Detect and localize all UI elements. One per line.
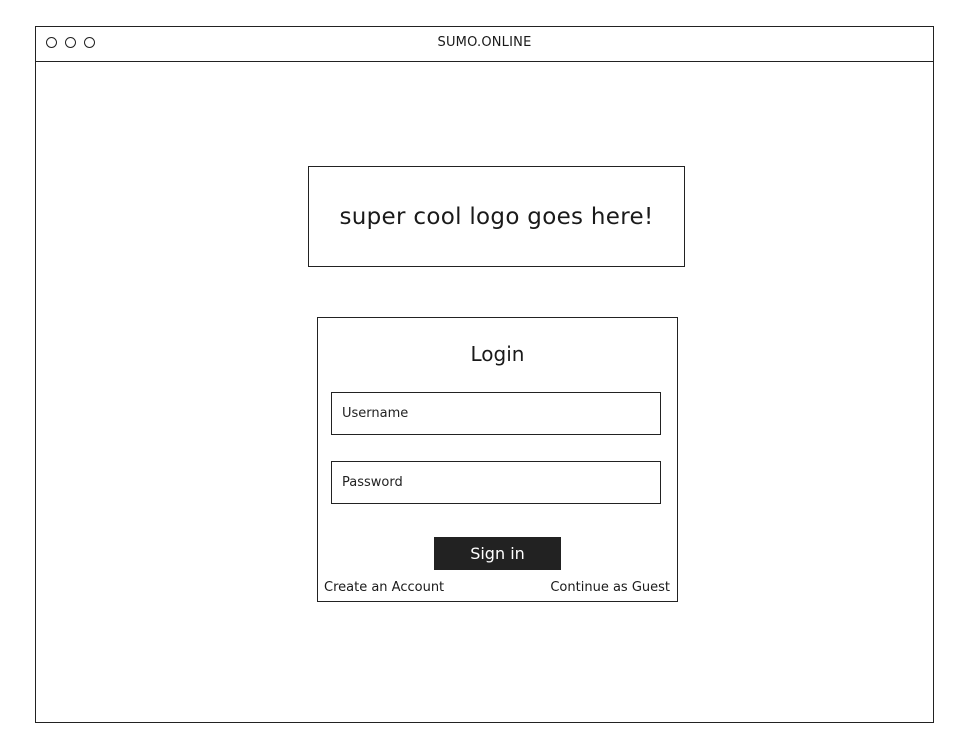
logo-text: super cool logo goes here! — [339, 203, 654, 230]
browser-window: SUMO.ONLINE super cool logo goes here! L… — [35, 26, 934, 723]
password-input[interactable] — [331, 461, 661, 504]
title-bar: SUMO.ONLINE — [36, 27, 933, 62]
logo-placeholder: super cool logo goes here! — [308, 166, 685, 267]
sign-in-button[interactable]: Sign in — [434, 537, 561, 570]
continue-as-guest-link[interactable]: Continue as Guest — [550, 580, 670, 595]
window-title: SUMO.ONLINE — [437, 35, 532, 50]
login-panel: Login Sign in Create an Account Continue… — [317, 317, 678, 602]
username-input[interactable] — [331, 392, 661, 435]
login-title: Login — [470, 342, 525, 366]
create-account-link[interactable]: Create an Account — [324, 580, 444, 595]
